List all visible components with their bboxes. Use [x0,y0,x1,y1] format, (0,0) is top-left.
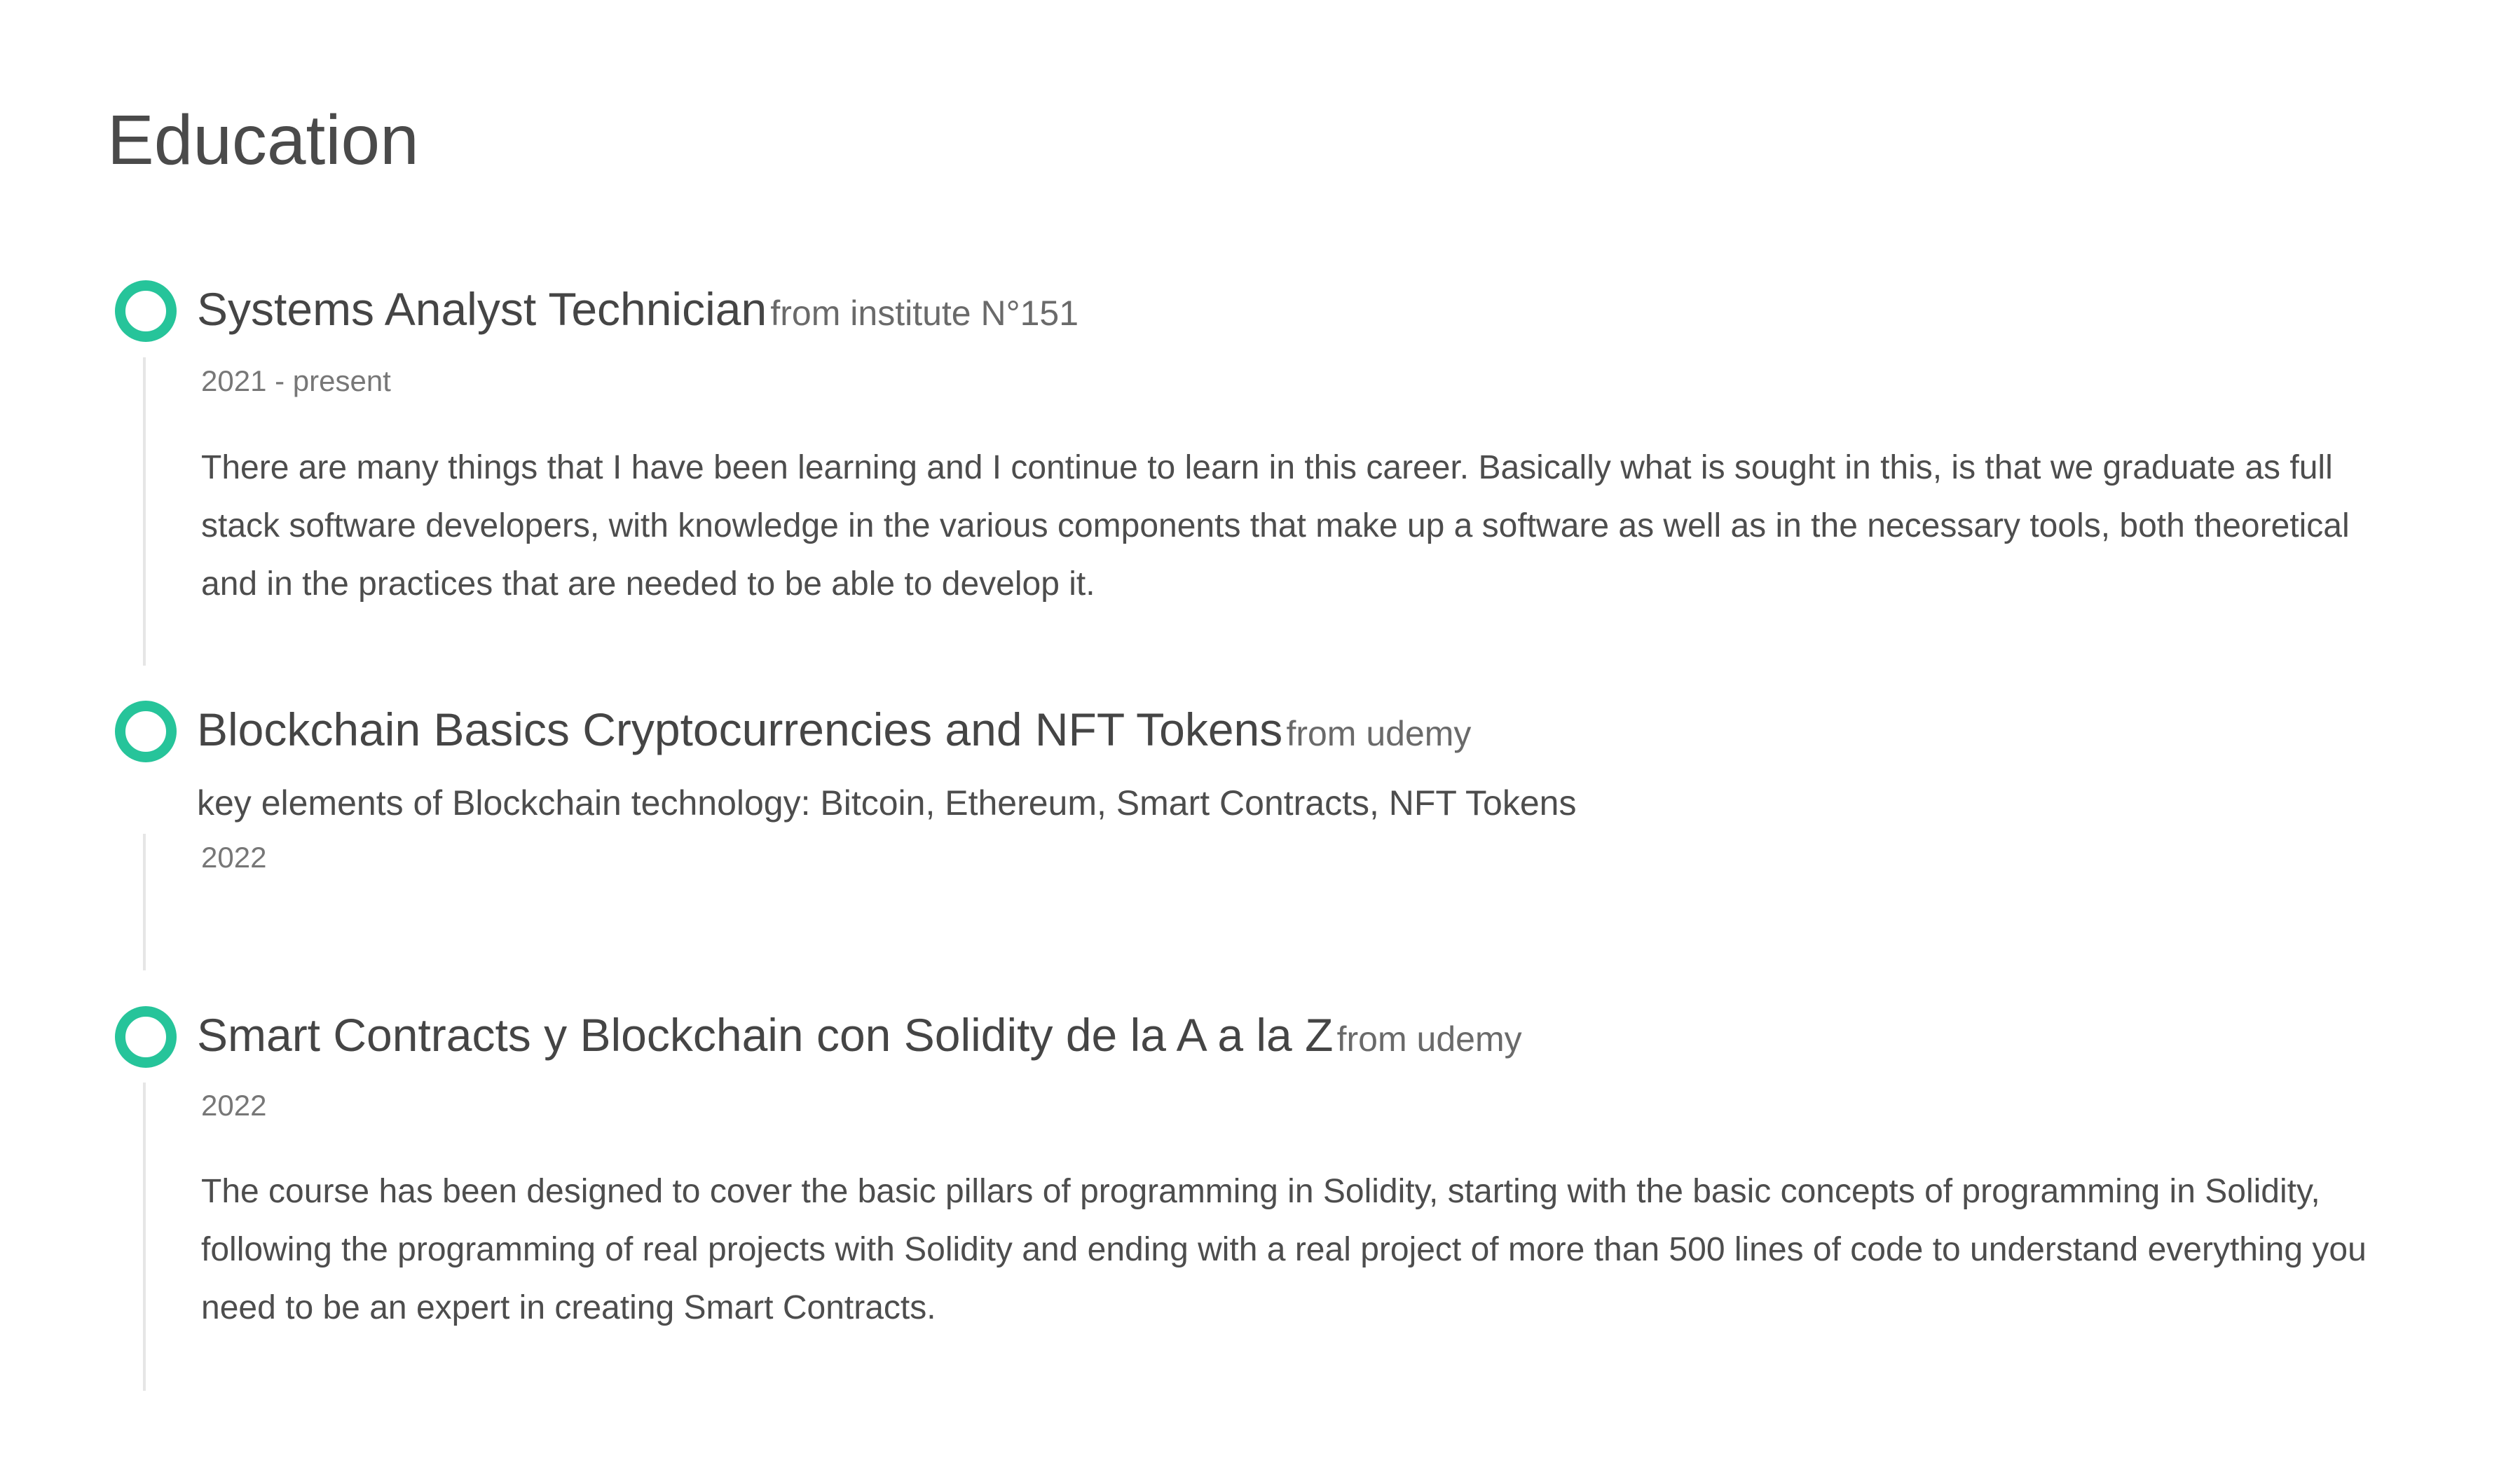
item-description: The course has been designed to cover th… [201,1173,2367,1326]
item-institution: from udemy [1286,714,1472,753]
item-title: Smart Contracts y Blockchain con Solidit… [197,1012,1522,1058]
item-subtitle: key elements of Blockchain technology: B… [197,783,1577,823]
item-name: Blockchain Basics Cryptocurrencies and N… [197,703,1283,755]
item-institution: from udemy [1336,1019,1522,1059]
timeline-line [143,357,146,666]
education-page: Education Systems Analyst Technician fro… [0,0,2499,1484]
item-title: Blockchain Basics Cryptocurrencies and N… [197,706,1471,753]
item-date: 2021 - present [201,364,391,397]
item-date: 2022 [201,1089,267,1122]
timeline-dot-icon [115,1006,177,1068]
timeline-line [143,1083,146,1391]
item-name: Systems Analyst Technician [197,283,767,335]
item-institution: from institute N°151 [770,294,1079,333]
item-title: Systems Analyst Technician from institut… [197,286,1079,332]
item-description: There are many things that I have been l… [201,449,2350,603]
timeline-dot-icon [115,280,177,342]
timeline-line [143,834,146,970]
item-name: Smart Contracts y Blockchain con Solidit… [197,1009,1334,1061]
item-date: 2022 [201,841,267,874]
section-title: Education [107,101,419,179]
timeline-dot-icon [115,701,177,762]
